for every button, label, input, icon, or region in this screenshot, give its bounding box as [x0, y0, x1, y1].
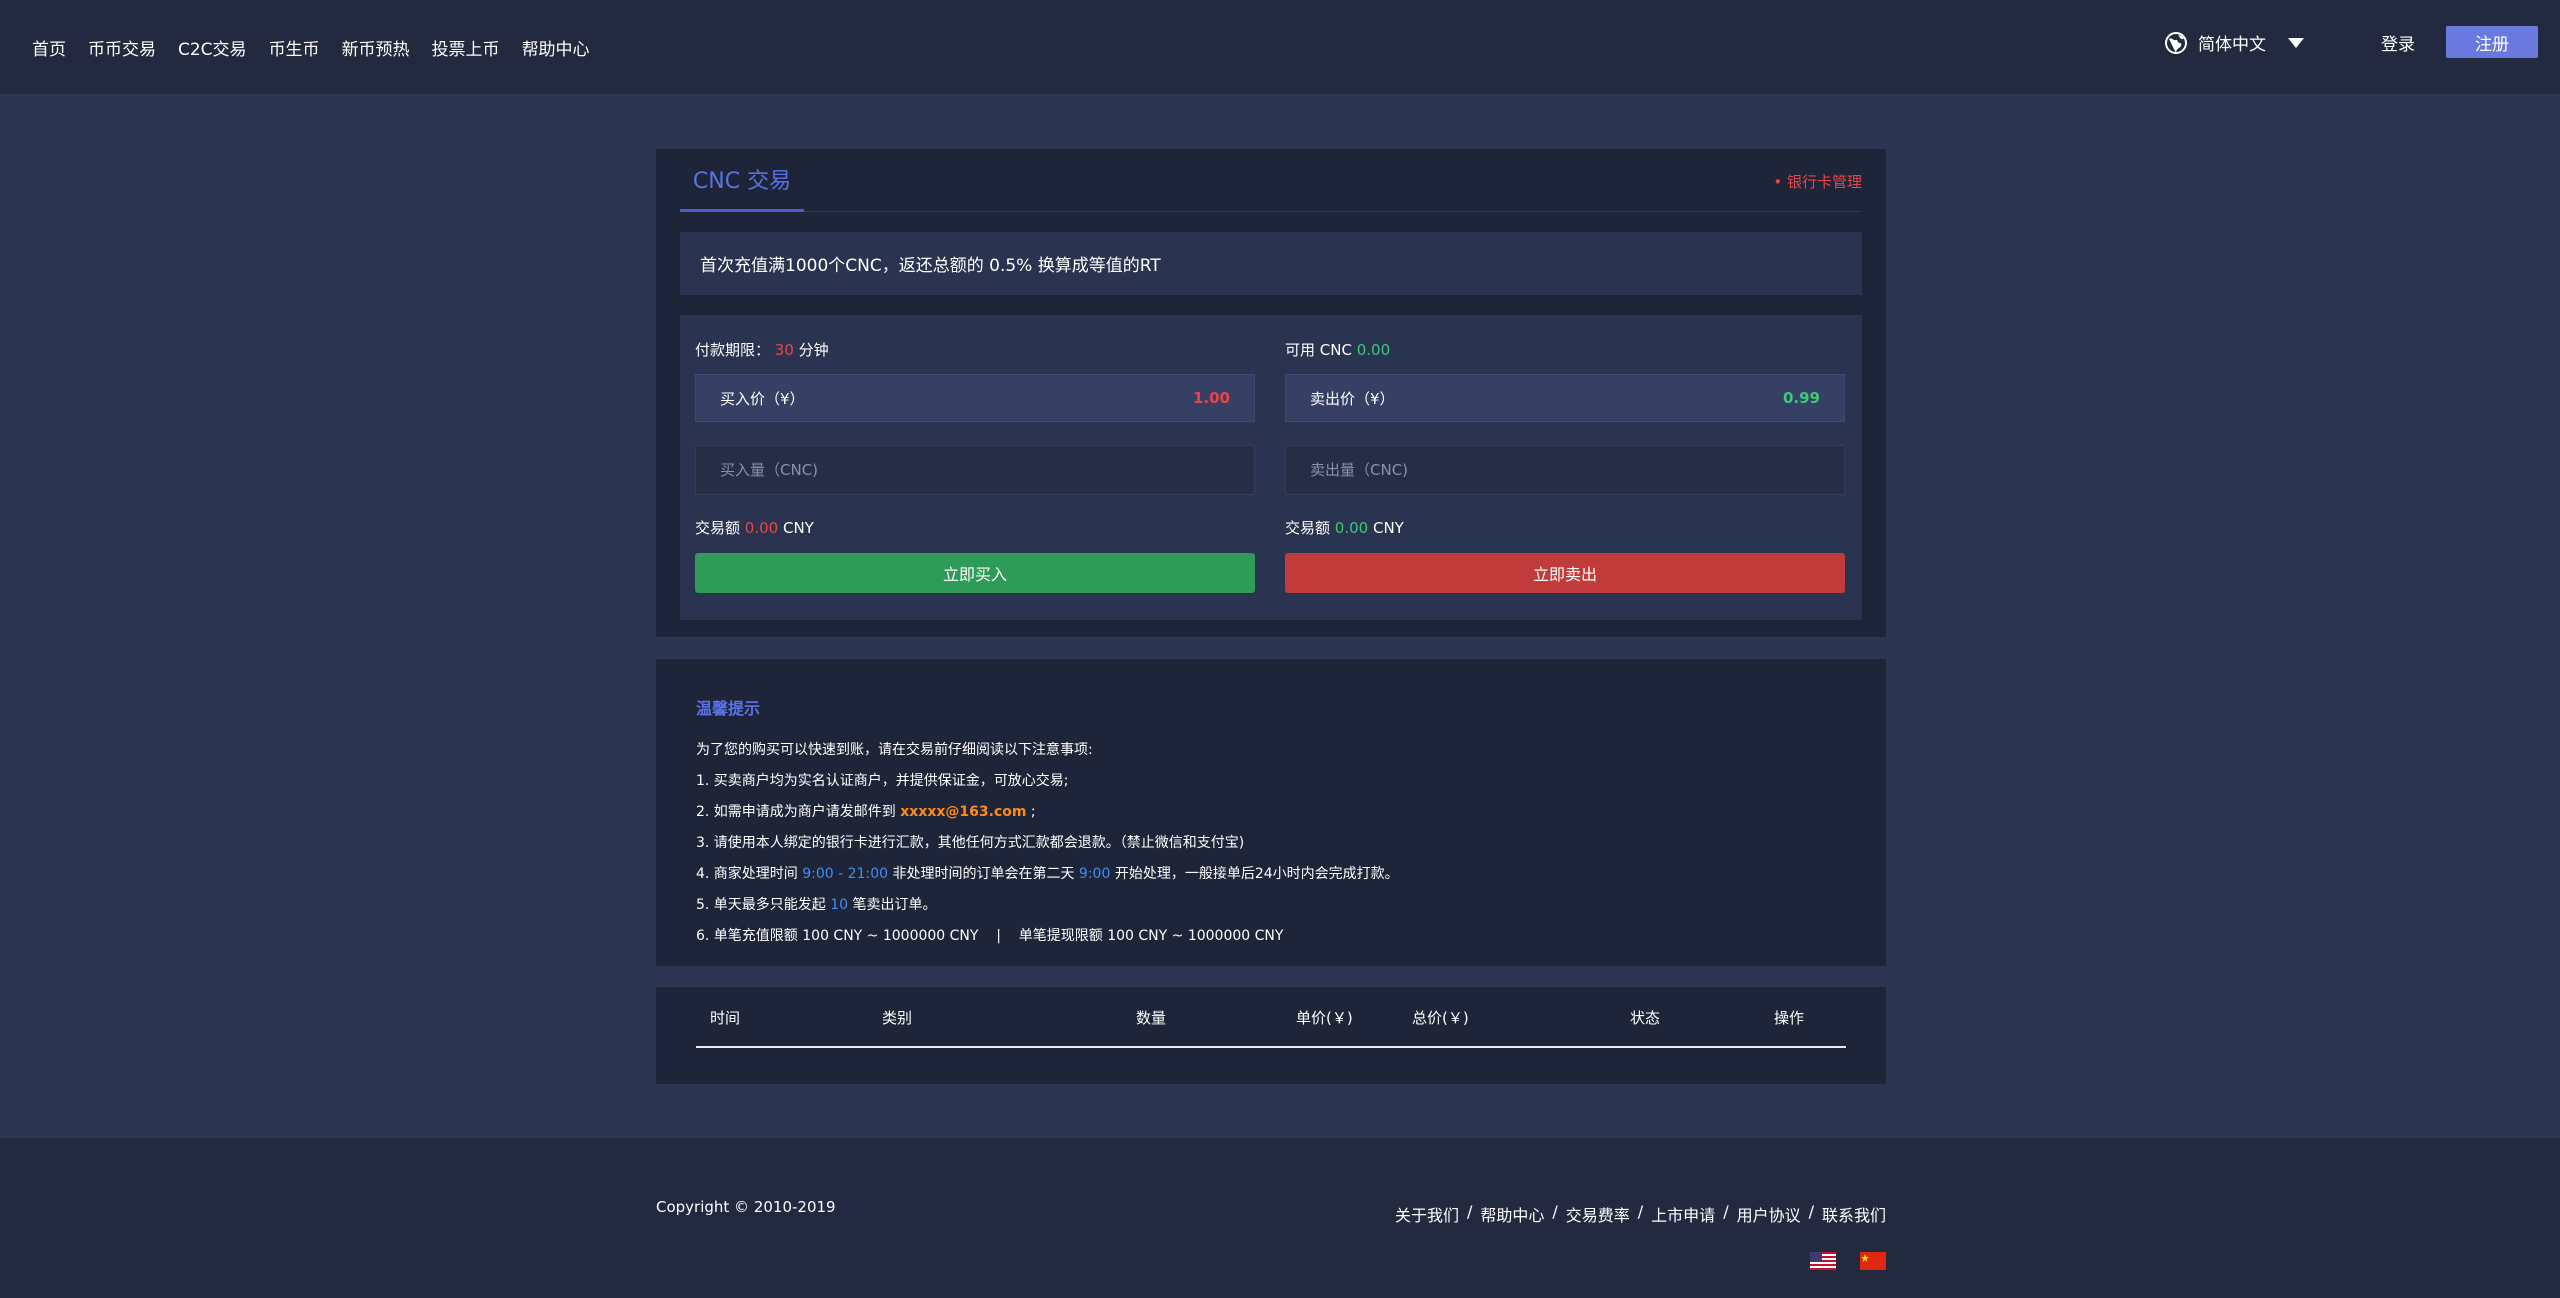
buy-total-value: 0.00 [744, 519, 779, 537]
buy-total-unit: CNY [782, 519, 814, 537]
tips-item-5-end: 笔卖出订单。 [852, 897, 937, 913]
language-selector[interactable]: 简体中文 [2164, 30, 2304, 55]
buy-total-label: 交易额 [695, 519, 741, 537]
c2c-trade-panel: CNC 交易 • 银行卡管理 首次充值满1000个CNC，返还总额的 0.5% … [656, 149, 1886, 637]
buy-amount-input[interactable] [695, 445, 1255, 495]
nav-spot-trading[interactable]: 币币交易 [88, 35, 156, 60]
buy-price-display: 买入价（¥） 1.00 [695, 374, 1255, 422]
separator: / [1466, 1202, 1473, 1221]
column-unit-price: 单价(￥) [1296, 1009, 1353, 1027]
sell-amount-input[interactable] [1285, 445, 1845, 495]
us-flag-icon[interactable] [1810, 1252, 1836, 1270]
payment-deadline: 付款期限： 30 分钟 [695, 339, 829, 360]
bank-card-management-link[interactable]: • 银行卡管理 [1773, 171, 1862, 192]
buy-price-value: 1.00 [1192, 389, 1230, 407]
nav-c2c-trading[interactable]: C2C交易 [178, 35, 247, 60]
tips-item-4-mid: 非处理时间的订单会在第二天 [892, 866, 1075, 882]
footer-link-about[interactable]: 关于我们 [1395, 1202, 1459, 1226]
tab-cnc-trade[interactable]: CNC 交易 [680, 149, 804, 212]
footer-link-fees[interactable]: 交易费率 [1566, 1202, 1630, 1226]
separator: / [1552, 1202, 1558, 1221]
page-footer: Copyright © 2010-2019 关于我们 / 帮助中心 / 交易费率… [0, 1138, 2560, 1298]
available-label: 可用 CNC [1285, 341, 1352, 359]
sell-total-label: 交易额 [1285, 519, 1331, 537]
tips-item-4: 4. 商家处理时间 9:00 - 21:00 非处理时间的订单会在第二天 9:0… [696, 859, 1886, 890]
sell-price-value: 0.99 [1782, 389, 1820, 407]
footer-links: 关于我们 / 帮助中心 / 交易费率 / 上市申请 / 用户协议 / 联系我们 [1395, 1202, 1886, 1226]
next-day-start-time: 9:00 [1078, 866, 1111, 882]
nav-coin-earn[interactable]: 币生币 [269, 35, 320, 60]
table-header: 时间 类别 数量 单价(￥) 总价(￥) 状态 操作 [696, 987, 1846, 1048]
main-nav: 首页 币币交易 C2C交易 币生币 新币预热 投票上币 帮助中心 [32, 35, 590, 60]
tips-item-2-end: ; [1030, 804, 1036, 820]
column-type: 类别 [882, 1009, 913, 1027]
footer-link-contact[interactable]: 联系我们 [1822, 1202, 1886, 1226]
promo-notice: 首次充值满1000个CNC，返还总额的 0.5% 换算成等值的RT [680, 232, 1862, 295]
chevron-down-icon [2288, 37, 2304, 48]
footer-link-listing[interactable]: 上市申请 [1651, 1202, 1715, 1226]
column-action: 操作 [1774, 1009, 1805, 1027]
separator: / [1637, 1202, 1644, 1221]
payment-deadline-label: 付款期限： [695, 341, 771, 359]
processing-hours: 9:00 - 21:00 [802, 866, 889, 882]
language-flags [1810, 1252, 1886, 1270]
buy-column: 付款期限： 30 分钟 买入价（¥） 1.00 交易额 0.00 CNY 立即买… [695, 315, 1255, 620]
sell-total-value: 0.00 [1334, 519, 1369, 537]
column-quantity: 数量 [1136, 1009, 1167, 1027]
login-link[interactable]: 登录 [2381, 30, 2415, 55]
copyright: Copyright © 2010-2019 [656, 1198, 836, 1216]
footer-link-help[interactable]: 帮助中心 [1480, 1202, 1544, 1226]
column-total-price: 总价(￥) [1412, 1009, 1469, 1027]
payment-deadline-unit: 分钟 [798, 341, 829, 359]
available-balance: 可用 CNC 0.00 [1285, 339, 1390, 360]
daily-order-limit: 10 [830, 897, 849, 913]
buy-total: 交易额 0.00 CNY [695, 517, 814, 538]
buy-price-label: 买入价（¥） [720, 389, 805, 408]
nav-help-center[interactable]: 帮助中心 [522, 35, 590, 60]
tips-intro: 为了您的购买可以快速到账，请在交易前仔细阅读以下注意事项: [696, 742, 1093, 758]
tips-item-2: 2. 如需申请成为商户请发邮件到 xxxxx@163.com ; [696, 797, 1886, 828]
tips-item-6: 6. 单笔充值限额 100 CNY ~ 1000000 CNY | 单笔提现限额… [696, 928, 1284, 944]
tips-item-4-end: 开始处理，一般接单后24小时内会完成打款。 [1114, 866, 1399, 882]
china-flag-icon[interactable] [1860, 1252, 1886, 1270]
separator: / [1723, 1202, 1729, 1221]
sell-now-button[interactable]: 立即卖出 [1285, 553, 1845, 593]
trade-tabs: CNC 交易 • 银行卡管理 [680, 149, 1862, 212]
top-navbar: 首页 币币交易 C2C交易 币生币 新币预热 投票上币 帮助中心 简体中文 登录… [0, 0, 2560, 94]
buy-now-button[interactable]: 立即买入 [695, 553, 1255, 593]
sell-price-display: 卖出价（¥） 0.99 [1285, 374, 1845, 422]
column-time: 时间 [710, 1009, 741, 1027]
nav-home[interactable]: 首页 [32, 35, 66, 60]
available-value: 0.00 [1356, 341, 1391, 359]
tips-item-4-text: 4. 商家处理时间 [696, 866, 798, 882]
sell-price-label: 卖出价（¥） [1310, 389, 1395, 408]
merchant-email: xxxxx@163.com [900, 804, 1027, 820]
tips-item-1: 1. 买卖商户均为实名认证商户，并提供保证金，可放心交易; [696, 773, 1069, 789]
payment-deadline-value: 30 [774, 341, 794, 359]
tips-title: 温馨提示 [696, 699, 761, 718]
tips-item-2-text: 2. 如需申请成为商户请发邮件到 [696, 804, 896, 820]
separator: / [1808, 1202, 1814, 1221]
column-status: 状态 [1630, 1009, 1661, 1027]
register-button[interactable]: 注册 [2446, 26, 2538, 58]
sell-total-unit: CNY [1372, 519, 1404, 537]
tips-item-5: 5. 单天最多只能发起 10 笔卖出订单。 [696, 890, 1886, 921]
globe-icon [2165, 31, 2187, 54]
footer-link-agreement[interactable]: 用户协议 [1737, 1202, 1801, 1226]
sell-total: 交易额 0.00 CNY [1285, 517, 1404, 538]
language-label: 简体中文 [2198, 35, 2266, 55]
sell-column: 可用 CNC 0.00 卖出价（¥） 0.99 交易额 0.00 CNY 立即卖… [1285, 315, 1845, 620]
nav-vote-listing[interactable]: 投票上币 [432, 35, 500, 60]
tips-panel: 温馨提示 为了您的购买可以快速到账，请在交易前仔细阅读以下注意事项: 1. 买卖… [656, 659, 1886, 966]
nav-new-coin-preheat[interactable]: 新币预热 [342, 35, 410, 60]
tips-item-5-text: 5. 单天最多只能发起 [696, 897, 826, 913]
orders-table: 时间 类别 数量 单价(￥) 总价(￥) 状态 操作 [656, 987, 1886, 1084]
trade-form-area: 付款期限： 30 分钟 买入价（¥） 1.00 交易额 0.00 CNY 立即买… [680, 315, 1862, 620]
tips-item-3: 3. 请使用本人绑定的银行卡进行汇款，其他任何方式汇款都会退款。（禁止微信和支付… [696, 835, 1245, 851]
